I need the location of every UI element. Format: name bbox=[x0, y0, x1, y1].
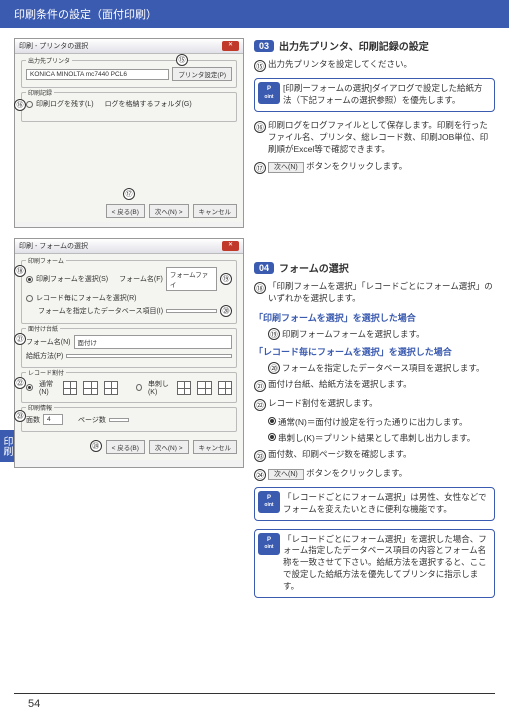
dialog-printer-select: 印刷 - プリンタの選択 ✕ 出力先プリンタ KONICA MINOLTA mc… bbox=[14, 38, 244, 228]
log-checkbox[interactable] bbox=[26, 101, 33, 108]
layout-icon bbox=[177, 381, 191, 395]
point-icon: Point bbox=[258, 82, 280, 104]
layout-icon bbox=[83, 381, 97, 395]
point-box: Point [印刷ーフォームの選択]ダイアログで設定した給紙方法（下記フォームの… bbox=[254, 78, 495, 112]
point-box: Point 「レコードごとにフォーム選択」は男性、女性などでフォームを変えたいと… bbox=[254, 487, 495, 521]
layout-icon bbox=[197, 381, 211, 395]
back-button[interactable]: < 戻る(B) bbox=[106, 204, 145, 218]
page-number: 54 bbox=[28, 698, 40, 710]
cancel-button[interactable]: キャンセル bbox=[193, 440, 238, 454]
next-button[interactable]: 次へ(N) > bbox=[149, 204, 189, 218]
cancel-button[interactable]: キャンセル bbox=[193, 204, 238, 218]
dialog-title: 印刷 - プリンタの選択 bbox=[19, 41, 88, 51]
dialog-form-select: 印刷 - フォームの選択 ✕ 印刷フォーム ⑱ 印刷フォームを選択(S) フォー… bbox=[14, 238, 244, 468]
side-tab: 印刷 bbox=[0, 430, 14, 462]
printer-field[interactable]: KONICA MINOLTA mc7440 PCL6 bbox=[26, 69, 169, 80]
point-box: Point 「レコードごとにフォーム選択」を選択した場合、フォーム指定したデータ… bbox=[254, 529, 495, 598]
back-button[interactable]: < 戻る(B) bbox=[106, 440, 145, 454]
layout-icon bbox=[104, 381, 118, 395]
layout-icon bbox=[63, 381, 77, 395]
point-icon: Point bbox=[258, 491, 280, 513]
layout-icon bbox=[218, 381, 232, 395]
section-04-head: 04 フォームの選択 bbox=[254, 260, 495, 275]
printer-settings-button[interactable]: プリンタ設定(P) bbox=[172, 67, 232, 81]
footer-rule bbox=[14, 693, 495, 694]
dialog-title: 印刷 - フォームの選択 bbox=[19, 241, 88, 251]
page-header: 印刷条件の設定（面付印刷） bbox=[0, 0, 509, 28]
next-button[interactable]: 次へ(N) > bbox=[149, 440, 189, 454]
close-icon[interactable]: ✕ bbox=[222, 41, 239, 51]
point-icon: Point bbox=[258, 533, 280, 555]
radio-icon bbox=[268, 433, 276, 441]
db-item-field[interactable] bbox=[166, 309, 217, 313]
close-icon[interactable]: ✕ bbox=[222, 241, 239, 251]
section-03-head: 03 出力先プリンタ、印刷記録の設定 bbox=[254, 38, 495, 53]
page-title: 印刷条件の設定（面付印刷） bbox=[14, 9, 157, 21]
radio-icon bbox=[268, 417, 276, 425]
form-name-field[interactable]: フォームファイ bbox=[166, 267, 217, 291]
